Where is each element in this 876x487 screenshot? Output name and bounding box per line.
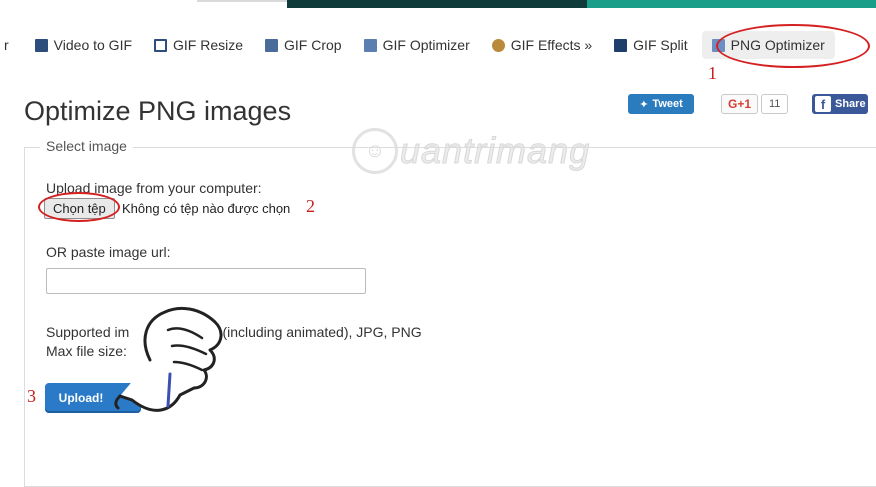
image-url-input[interactable] [46,268,366,294]
annotation-step-1: 1 [708,63,717,83]
annotation-step-2: 2 [306,196,315,216]
crop-icon [265,38,279,52]
annotation-circle-file [38,192,120,222]
nav-label: Video to GIF [53,37,133,53]
annotation-circle-nav [716,24,870,68]
nav-label: GIF Crop [284,37,342,53]
nav-item-gif-crop[interactable]: GIF Crop [265,37,342,53]
optimizer-icon [363,38,377,52]
nav-label: GIF Resize [173,37,244,53]
effects-icon [491,38,505,52]
facebook-label: Share [835,98,866,110]
nav-label: GIF Optimizer [382,37,470,53]
twitter-bird-icon: ✦ [639,98,649,111]
nav-item-truncated[interactable]: r [4,37,9,53]
gplus-button[interactable]: G+1 [721,94,759,114]
top-bar-dark [287,0,587,8]
pointing-hand-icon [114,306,223,412]
url-label: OR paste image url: [46,244,171,260]
facebook-share-button[interactable]: f Share [812,94,868,114]
split-icon [614,38,628,52]
nav-item-gif-optimizer[interactable]: GIF Optimizer [363,37,470,53]
nav-item-gif-resize[interactable]: GIF Resize [154,37,243,53]
tweet-button[interactable]: ✦ Tweet [628,94,694,114]
nav-item-video-to-gif[interactable]: Video to GIF [34,37,133,53]
resize-icon [154,38,168,52]
supported-formats-end: F (including animated), JPG, PNG [210,324,422,340]
top-bar-light [197,0,287,2]
facebook-icon: f [815,96,831,112]
nav-label: r [4,37,9,53]
upload-button-label: Upload! [58,391,104,405]
film-icon [34,38,48,52]
nav-label: GIF Effects » [510,37,593,53]
nav-item-gif-split[interactable]: GIF Split [614,37,688,53]
fieldset-legend: Select image [40,138,133,154]
page-title: Optimize PNG images [24,96,292,126]
annotation-step-3: 3 [27,386,36,406]
gplus-count: 11 [761,94,789,114]
tweet-label: Tweet [652,98,683,110]
nav-item-gif-effects[interactable]: GIF Effects » [491,37,593,53]
nav-label: GIF Split [633,37,688,53]
file-status-text: Không có tệp nào được chọn [122,201,291,216]
top-bar-teal [587,0,876,8]
